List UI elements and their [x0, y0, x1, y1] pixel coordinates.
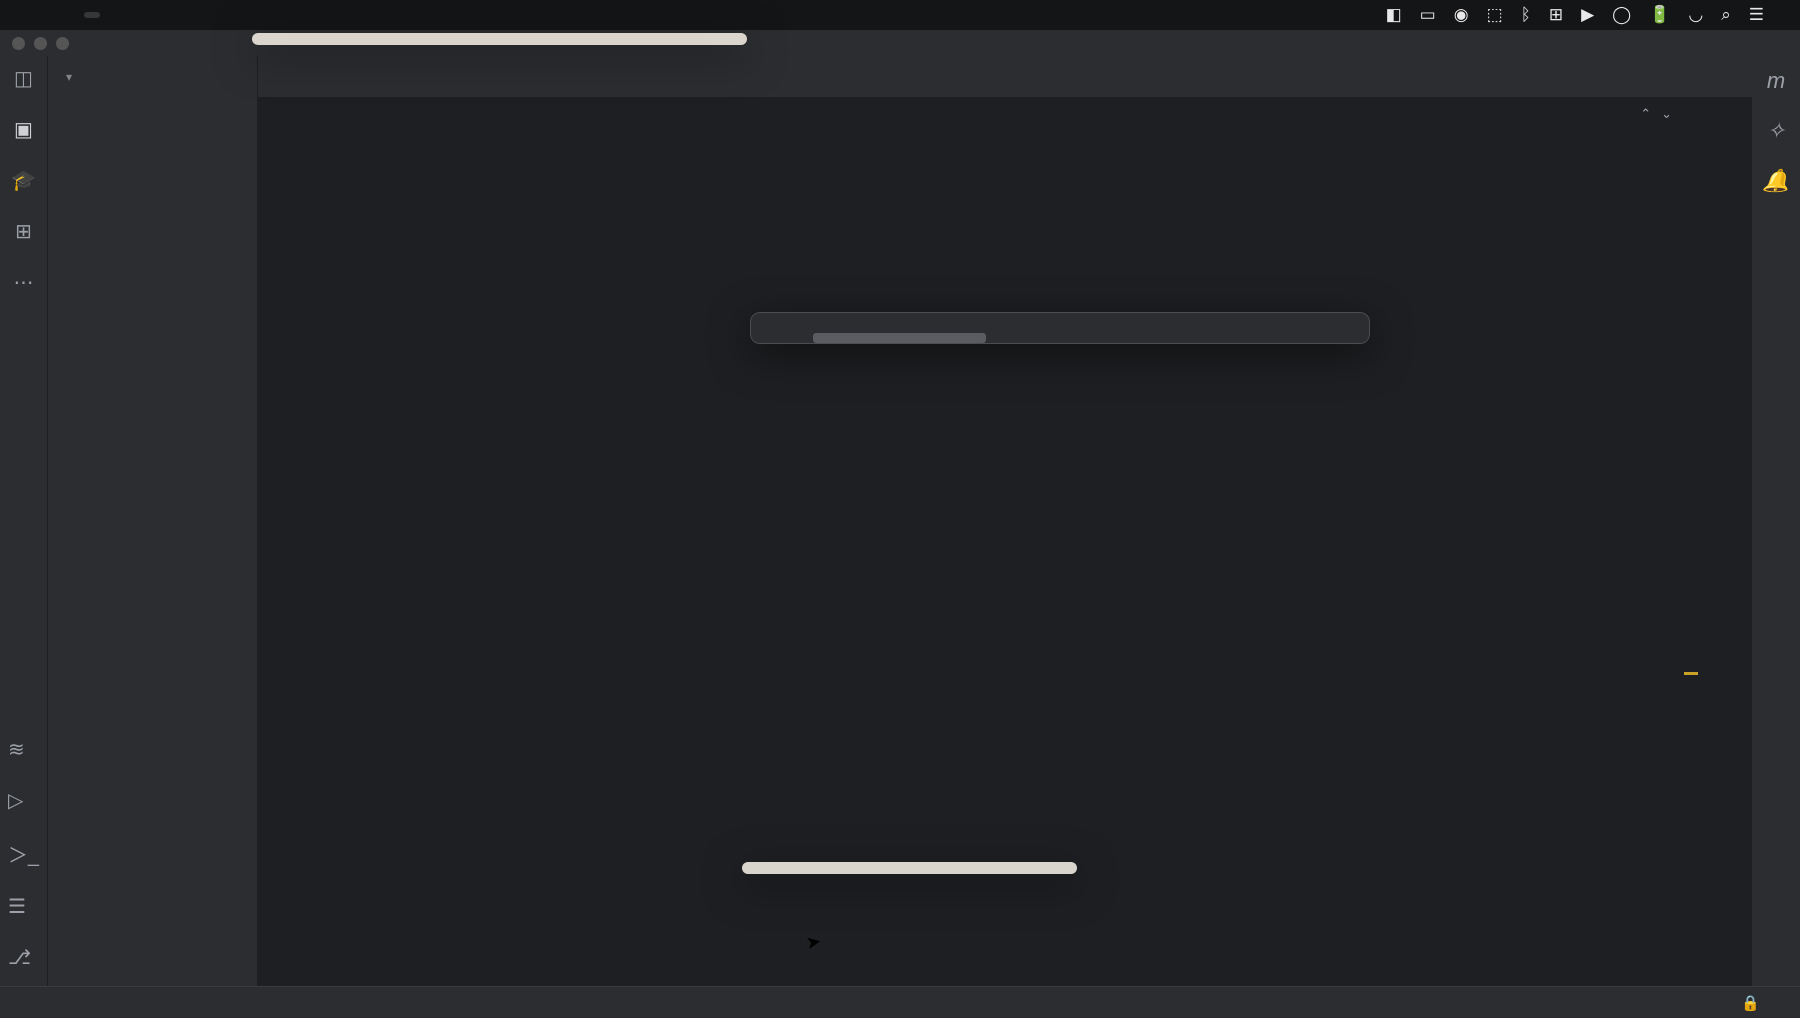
right-toolrail: m ✧ 🔔 — [1752, 56, 1800, 986]
chevron-down-icon[interactable]: ⌄ — [1661, 106, 1672, 122]
wifi-icon[interactable]: ◡ — [1688, 5, 1703, 25]
battery-icon[interactable]: 🔋 — [1649, 5, 1670, 25]
control-center-icon[interactable]: ☰ — [1749, 5, 1764, 25]
tray-icon[interactable]: ◧ — [1386, 5, 1402, 25]
run-icon[interactable]: ▷ — [8, 788, 39, 813]
bookmarks-submenu — [742, 862, 1077, 874]
editor-warnings[interactable]: ⌃ ⌄ — [1620, 106, 1672, 122]
git-icon[interactable]: ⎇ — [8, 945, 39, 970]
status-bar: 🔒 — [0, 986, 1800, 1018]
left-toolrail: ◫ ▣ 🎓 ⊞ ⋯ ≋ ▷ ＞_ ☰ ⎇ — [0, 56, 48, 986]
tray-icon[interactable]: ⬚ — [1487, 5, 1503, 25]
ai-tool-icon[interactable]: ✧ — [1767, 118, 1785, 144]
traffic-max[interactable] — [56, 37, 69, 50]
project-pane: ▾ — [48, 56, 258, 986]
problems-icon[interactable]: ☰ — [8, 894, 39, 919]
bookmarks-popup — [750, 312, 1370, 344]
tray-icon[interactable]: ▭ — [1420, 5, 1436, 25]
traffic-close[interactable] — [12, 37, 25, 50]
project-header[interactable]: ▾ — [48, 56, 257, 98]
terminal-icon[interactable]: ＞_ — [8, 839, 39, 868]
chevron-down-icon: ▾ — [66, 70, 72, 84]
more-icon[interactable]: ⋯ — [14, 270, 34, 295]
chevron-up-icon[interactable]: ⌃ — [1640, 106, 1651, 122]
project-icon[interactable]: ▣ — [14, 117, 33, 142]
code-editor[interactable] — [258, 98, 1752, 110]
bookmark-stripe-icon[interactable]: ◫ — [14, 66, 33, 91]
editor-area: ⌃ ⌄ — [258, 56, 1752, 986]
tray-icon[interactable]: ⊞ — [1549, 5, 1563, 25]
minimap-marker — [1684, 672, 1698, 675]
project-tree[interactable] — [48, 98, 257, 986]
tray-icon[interactable]: ◉ — [1454, 5, 1469, 25]
graduation-icon[interactable]: 🎓 — [11, 168, 36, 193]
edit-menu — [252, 33, 747, 45]
horizontal-scrollbar[interactable] — [751, 333, 1369, 343]
menu-edit[interactable] — [84, 12, 100, 18]
readonly-icon[interactable]: 🔒 — [1741, 994, 1760, 1012]
bookmarks-title — [751, 313, 1369, 333]
editor-tabs — [258, 56, 1752, 98]
tray-icon[interactable]: ▶ — [1581, 5, 1594, 25]
macos-menubar: ◧ ▭ ◉ ⬚ ᛒ ⊞ ▶ ◯ 🔋 ◡ ⌕ ☰ — [0, 0, 1800, 30]
m-tool-icon[interactable]: m — [1767, 68, 1785, 94]
traffic-min[interactable] — [34, 37, 47, 50]
search-icon[interactable]: ⌕ — [1721, 5, 1731, 25]
notifications-icon[interactable]: 🔔 — [1762, 168, 1789, 194]
bluetooth-icon[interactable]: ᛒ — [1521, 5, 1531, 25]
structure-icon[interactable]: ⊞ — [15, 219, 32, 244]
user-icon[interactable]: ◯ — [1612, 5, 1631, 25]
layers-icon[interactable]: ≋ — [8, 737, 39, 762]
